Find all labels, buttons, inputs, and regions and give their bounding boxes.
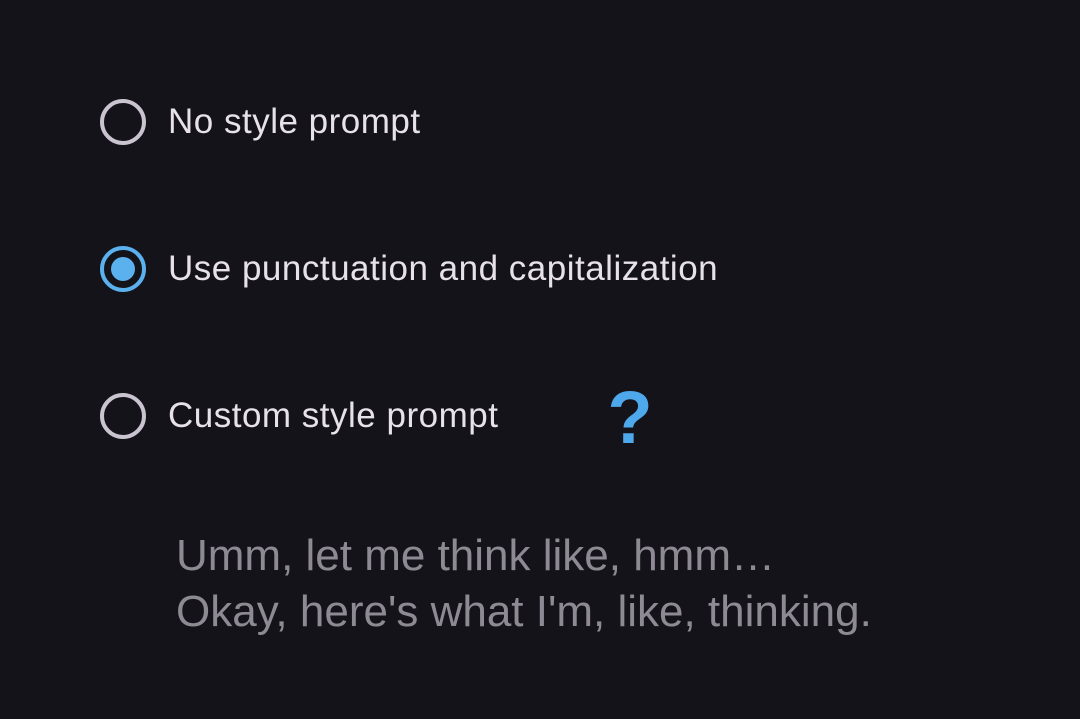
option-label: Use punctuation and capitalization [168, 249, 719, 288]
option-label: Custom style prompt [168, 396, 499, 435]
radio-option-no-style-prompt[interactable]: No style prompt [100, 95, 421, 149]
custom-style-prompt-field[interactable]: Umm, let me think like, hmm… Okay, here'… [176, 528, 1056, 640]
radio-option-custom-style-prompt[interactable]: Custom style prompt [100, 389, 498, 443]
radio-button-selected[interactable] [100, 246, 146, 292]
option-label: No style prompt [168, 102, 421, 141]
radio-button-unselected[interactable] [100, 99, 146, 145]
radio-dot [111, 257, 135, 281]
placeholder-line: Okay, here's what I'm, like, thinking. [176, 587, 872, 636]
question-mark-icon[interactable]: ? [604, 378, 656, 458]
radio-button-unselected[interactable] [100, 393, 146, 439]
radio-option-punctuation-capitalization[interactable]: Use punctuation and capitalization [100, 242, 718, 296]
placeholder-line: Umm, let me think like, hmm… [176, 531, 775, 580]
